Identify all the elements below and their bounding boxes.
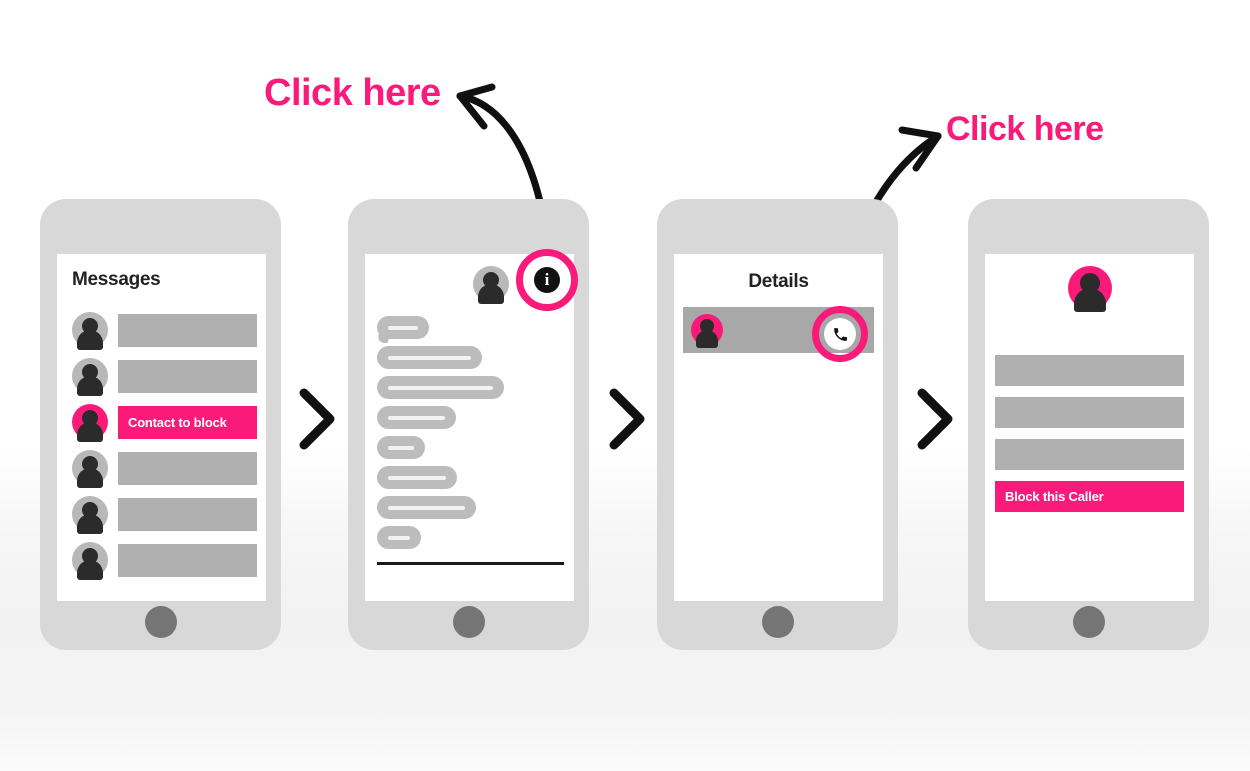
phone-mockup-messages: Messages Contact to block — [40, 199, 281, 650]
highlighted-contact-bar[interactable]: Contact to block — [118, 405, 257, 439]
screen-block-caller: Block this Caller — [985, 254, 1194, 601]
chat-bubble — [377, 496, 476, 519]
message-preview-bar — [118, 451, 257, 485]
block-this-caller-label: Block this Caller — [1005, 489, 1104, 504]
phone-mockup-details: Details — [657, 199, 898, 650]
message-preview-bar — [118, 359, 257, 393]
option-bar[interactable] — [995, 439, 1184, 470]
message-bubbles — [377, 316, 504, 556]
person-icon — [72, 496, 108, 534]
walkthrough-canvas: Click here Click here Messages Contact t… — [0, 0, 1250, 771]
screen-messages-list: Messages Contact to block — [57, 254, 266, 601]
person-icon — [72, 358, 108, 396]
option-bar[interactable] — [995, 355, 1184, 386]
list-item-contact-to-block[interactable]: Contact to block — [72, 399, 257, 445]
person-icon — [72, 542, 108, 580]
chevron-right-icon — [299, 388, 335, 450]
chat-bubble — [377, 436, 425, 459]
home-button[interactable] — [1072, 606, 1105, 638]
phone-mockup-block-caller: Block this Caller — [968, 199, 1209, 650]
chat-bubble — [377, 466, 457, 489]
phone-icon — [824, 318, 856, 350]
options-list: Block this Caller — [995, 355, 1184, 523]
page-title: Messages — [72, 269, 161, 290]
person-icon — [72, 404, 108, 442]
message-preview-bar — [118, 313, 257, 347]
info-icon: i — [534, 267, 560, 293]
chat-bubble — [377, 346, 482, 369]
person-icon — [72, 312, 108, 350]
home-button[interactable] — [144, 606, 177, 638]
message-preview-bar — [118, 497, 257, 531]
list-item[interactable] — [72, 537, 257, 583]
call-button[interactable] — [812, 306, 868, 362]
callout-click-here-info: Click here — [264, 72, 441, 114]
list-item[interactable] — [72, 353, 257, 399]
screen-contact-details: Details — [674, 254, 883, 601]
info-button[interactable]: i — [516, 249, 578, 311]
block-this-caller-button[interactable]: Block this Caller — [995, 481, 1184, 512]
chat-bubble — [377, 526, 421, 549]
list-item[interactable] — [72, 445, 257, 491]
home-button[interactable] — [452, 606, 485, 638]
message-input-line[interactable] — [377, 562, 564, 565]
person-icon — [1067, 266, 1112, 312]
person-icon — [691, 314, 723, 348]
person-icon — [473, 266, 509, 304]
person-icon — [72, 450, 108, 488]
page-title: Details — [748, 271, 809, 292]
chat-bubble — [377, 406, 456, 429]
chevron-right-icon — [917, 388, 953, 450]
message-preview-bar — [118, 543, 257, 577]
list-item[interactable] — [72, 491, 257, 537]
chevron-right-icon — [609, 388, 645, 450]
home-button[interactable] — [761, 606, 794, 638]
chat-bubble — [377, 316, 429, 339]
chat-bubble — [377, 376, 504, 399]
messages-list: Contact to block — [72, 307, 257, 583]
list-item[interactable] — [72, 307, 257, 353]
contact-to-block-label: Contact to block — [128, 414, 227, 430]
option-bar[interactable] — [995, 397, 1184, 428]
callout-click-here-call: Click here — [946, 110, 1104, 148]
